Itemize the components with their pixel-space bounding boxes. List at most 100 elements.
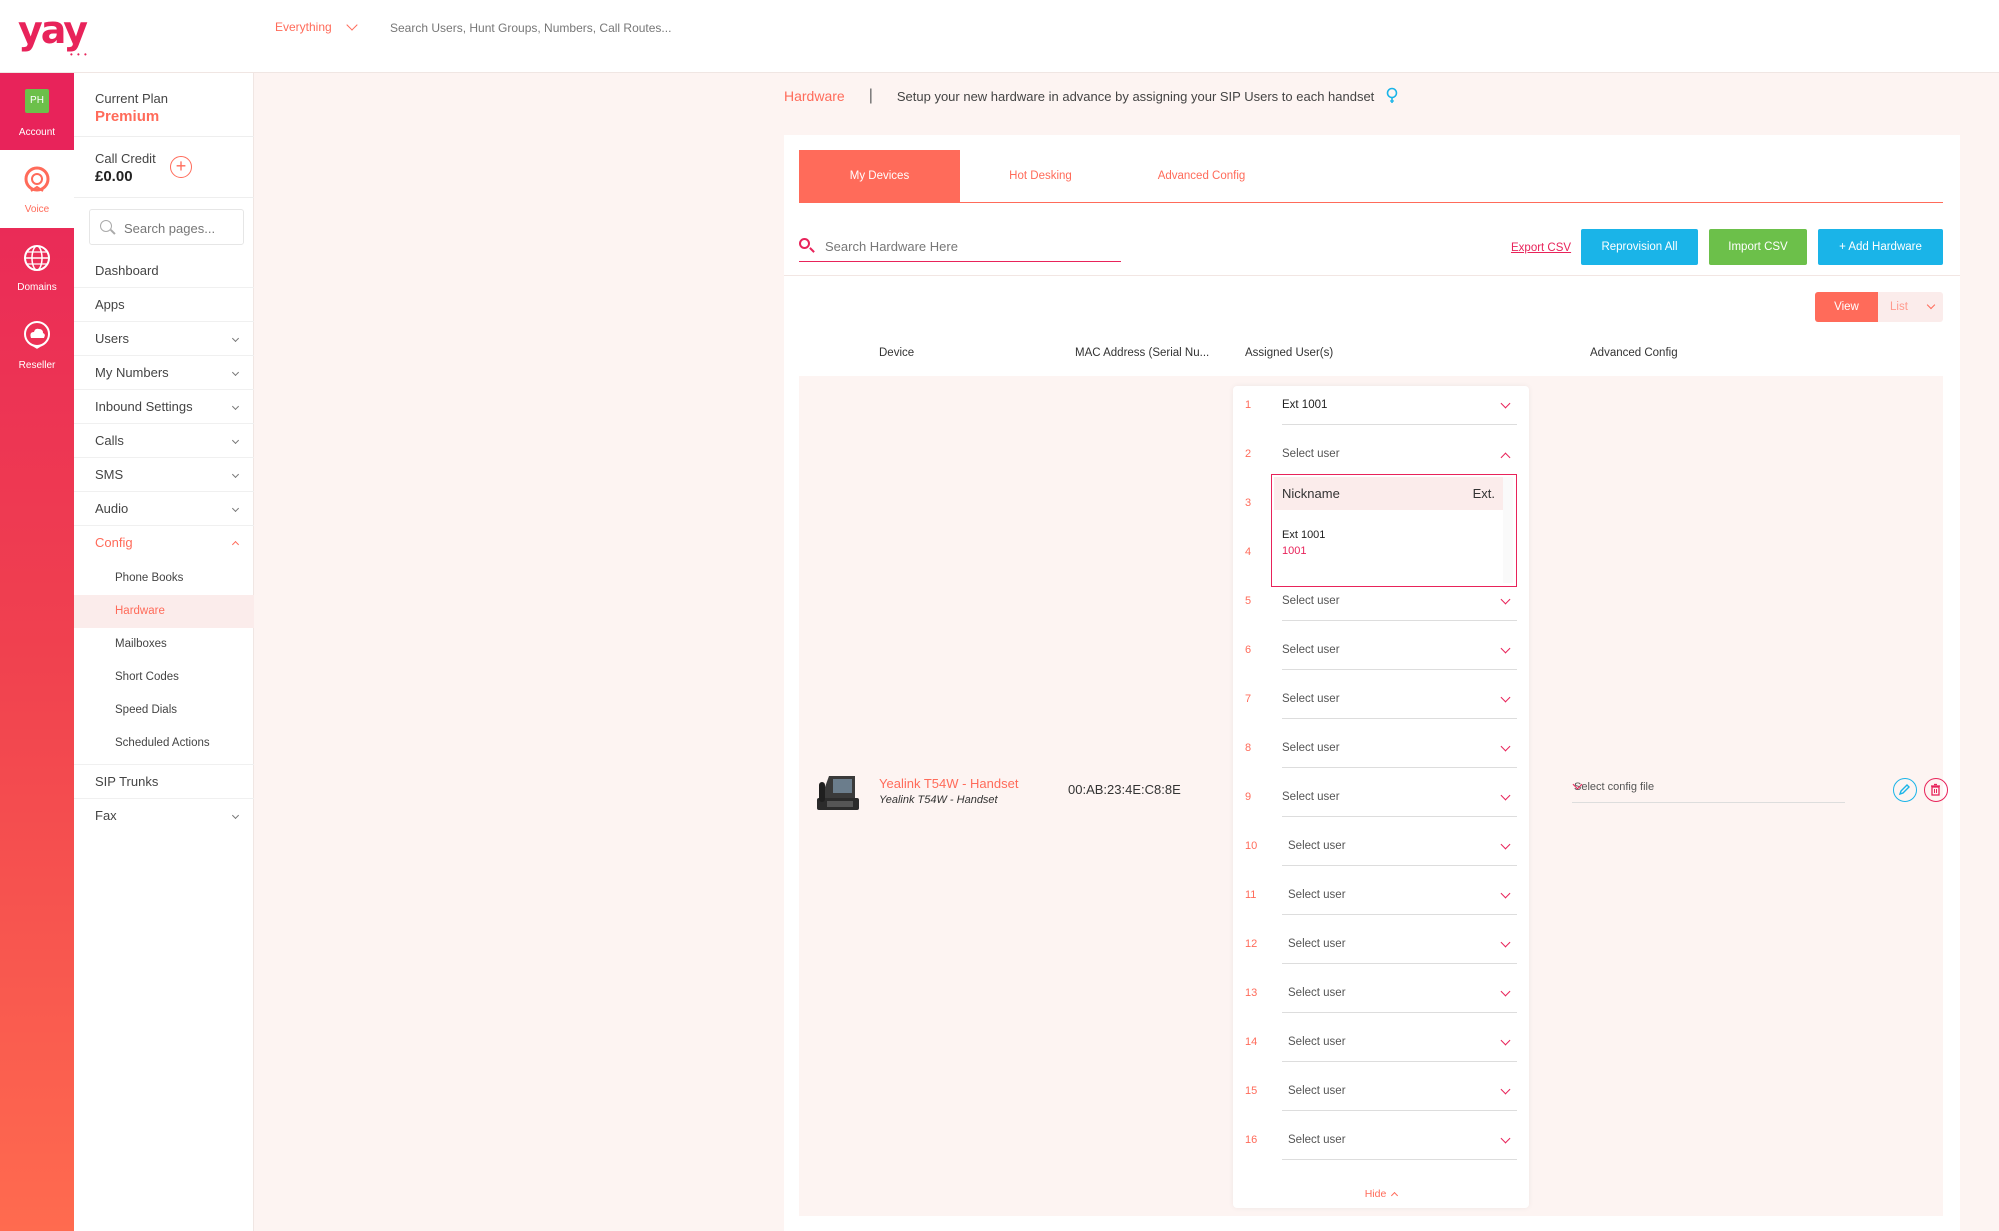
- sidebar-item-users[interactable]: Users: [74, 322, 254, 356]
- divider: [74, 136, 254, 137]
- slot-number: 5: [1245, 595, 1252, 607]
- column-header-assigned-users: Assigned User(s): [1245, 347, 1334, 359]
- chevron-down-icon: [1500, 986, 1511, 997]
- rail-account[interactable]: PH Account: [0, 73, 74, 150]
- slot-number: 3: [1245, 497, 1252, 509]
- dropdown-header: Nickname Ext.: [1274, 477, 1503, 510]
- sidebar-item-inbound-settings[interactable]: Inbound Settings: [74, 390, 254, 424]
- current-plan: Current Plan Premium: [95, 91, 168, 125]
- hide-label: Hide: [1364, 1188, 1387, 1200]
- tab-advanced-config[interactable]: Advanced Config: [1121, 150, 1282, 202]
- rail-reseller[interactable]: Reseller: [0, 306, 74, 383]
- main-content: Hardware | Setup your new hardware in ad…: [254, 73, 1999, 1231]
- underline: [1282, 865, 1517, 866]
- add-hardware-button[interactable]: + Add Hardware: [1818, 229, 1943, 265]
- reprovision-all-button[interactable]: Reprovision All: [1581, 229, 1698, 265]
- rail-voice-label: Voice: [24, 204, 50, 215]
- hide-users-button[interactable]: Hide: [1233, 1188, 1529, 1200]
- user-slot[interactable]: 8 Select user: [1245, 729, 1517, 778]
- user-select-value: Select user: [1288, 1134, 1346, 1146]
- chevron-down-icon: [231, 504, 240, 513]
- add-credit-button[interactable]: +: [170, 156, 192, 178]
- page-search: [89, 209, 244, 245]
- edit-device-button[interactable]: [1893, 778, 1917, 802]
- yay-logo[interactable]: yay • • •: [18, 10, 96, 59]
- chevron-down-icon[interactable]: [1926, 300, 1936, 310]
- user-slot[interactable]: 6 Select user: [1245, 631, 1517, 680]
- top-bar: yay • • • Everything: [0, 0, 1999, 73]
- global-search-input[interactable]: [390, 17, 790, 39]
- rail-domains[interactable]: Domains: [0, 228, 74, 305]
- sidebar-subitem-phone-books[interactable]: Phone Books: [74, 562, 254, 595]
- sidebar-item-dashboard[interactable]: Dashboard: [74, 254, 254, 288]
- dropdown-option[interactable]: Ext 1001 1001: [1282, 529, 1325, 557]
- delete-device-button[interactable]: [1924, 778, 1948, 802]
- tab-hot-desking[interactable]: Hot Desking: [960, 150, 1121, 202]
- list-button[interactable]: List: [1890, 292, 1908, 322]
- page-search-input[interactable]: [124, 218, 240, 238]
- hardware-search-input[interactable]: [825, 236, 1115, 256]
- avatar: PH: [25, 89, 49, 113]
- hardware-search: [799, 230, 1121, 262]
- lightbulb-icon[interactable]: [1386, 87, 1398, 105]
- cloud-icon: [24, 321, 50, 349]
- sidebar-subitem-scheduled-actions[interactable]: Scheduled Actions: [74, 727, 254, 760]
- chevron-down-icon: [1500, 692, 1511, 703]
- underline: [1282, 424, 1517, 425]
- sidebar-item-apps[interactable]: Apps: [74, 288, 254, 322]
- dropdown-col-nickname: Nickname: [1282, 486, 1340, 501]
- underline: [1282, 1012, 1517, 1013]
- chevron-down-icon: [1500, 741, 1511, 752]
- sidebar-item-my-numbers[interactable]: My Numbers: [74, 356, 254, 390]
- user-slot[interactable]: 9 Select user: [1245, 778, 1517, 827]
- chevron-down-icon: [1500, 790, 1511, 801]
- breadcrumb: Hardware | Setup your new hardware in ad…: [784, 87, 1398, 105]
- sidebar-item-sip-trunks[interactable]: SIP Trunks: [74, 765, 254, 799]
- sidebar-item-label: Fax: [95, 808, 117, 823]
- user-select-dropdown: Nickname Ext. Ext 1001 1001: [1271, 474, 1517, 587]
- user-slot[interactable]: 1 Ext 1001: [1245, 386, 1517, 435]
- left-rail: PH Account Voice Domains Reseller: [0, 73, 74, 1231]
- rail-voice[interactable]: Voice: [0, 150, 74, 228]
- sidebar-subitem-hardware[interactable]: Hardware: [74, 595, 254, 628]
- import-csv-button[interactable]: Import CSV: [1709, 229, 1807, 265]
- sidebar-subitem-short-codes[interactable]: Short Codes: [74, 661, 254, 694]
- sidebar-item-calls[interactable]: Calls: [74, 424, 254, 458]
- search-scope-dropdown[interactable]: Everything: [275, 19, 358, 34]
- underline: [1282, 718, 1517, 719]
- sidebar-item-sms[interactable]: SMS: [74, 458, 254, 492]
- slot-number: 2: [1245, 448, 1252, 460]
- user-slot[interactable]: 14 Select user: [1245, 1023, 1517, 1072]
- underline: [1282, 963, 1517, 964]
- export-csv-link[interactable]: Export CSV: [1511, 242, 1571, 254]
- chevron-up-icon: [1391, 1191, 1399, 1200]
- sidebar-subitem-speed-dials[interactable]: Speed Dials: [74, 694, 254, 727]
- dropdown-scrollbar[interactable]: [1503, 477, 1513, 583]
- slot-number: 4: [1245, 546, 1252, 558]
- underline: [1282, 1159, 1517, 1160]
- sidebar-item-audio[interactable]: Audio: [74, 492, 254, 526]
- sidebar-item-fax[interactable]: Fax: [74, 799, 254, 833]
- column-header-advanced-config: Advanced Config: [1590, 347, 1678, 359]
- chevron-down-icon: [1500, 1133, 1511, 1144]
- page-description: Setup your new hardware in advance by as…: [896, 88, 1375, 104]
- user-slot[interactable]: 11 Select user: [1245, 876, 1517, 925]
- user-select-value: Select user: [1282, 644, 1340, 656]
- sidebar-subitem-mailboxes[interactable]: Mailboxes: [74, 628, 254, 661]
- chevron-up-icon: [1500, 452, 1511, 463]
- user-slot[interactable]: 13 Select user: [1245, 974, 1517, 1023]
- config-file-select[interactable]: Select config file: [1572, 771, 1845, 803]
- view-button[interactable]: View: [1815, 292, 1878, 322]
- dropdown-col-ext: Ext.: [1472, 486, 1495, 501]
- tab-my-devices[interactable]: My Devices: [799, 150, 960, 202]
- sidebar-item-config[interactable]: Config: [74, 526, 254, 560]
- user-slot[interactable]: 5 Select user: [1245, 582, 1517, 631]
- user-slot[interactable]: 15 Select user: [1245, 1072, 1517, 1121]
- call-credit: Call Credit £0.00: [95, 151, 156, 185]
- user-slot[interactable]: 16 Select user: [1245, 1121, 1517, 1170]
- device-name-link[interactable]: Yealink T54W - Handset: [879, 776, 1018, 791]
- user-slot[interactable]: 10 Select user: [1245, 827, 1517, 876]
- slot-number: 13: [1245, 987, 1258, 999]
- user-slot[interactable]: 12 Select user: [1245, 925, 1517, 974]
- user-slot[interactable]: 7 Select user: [1245, 680, 1517, 729]
